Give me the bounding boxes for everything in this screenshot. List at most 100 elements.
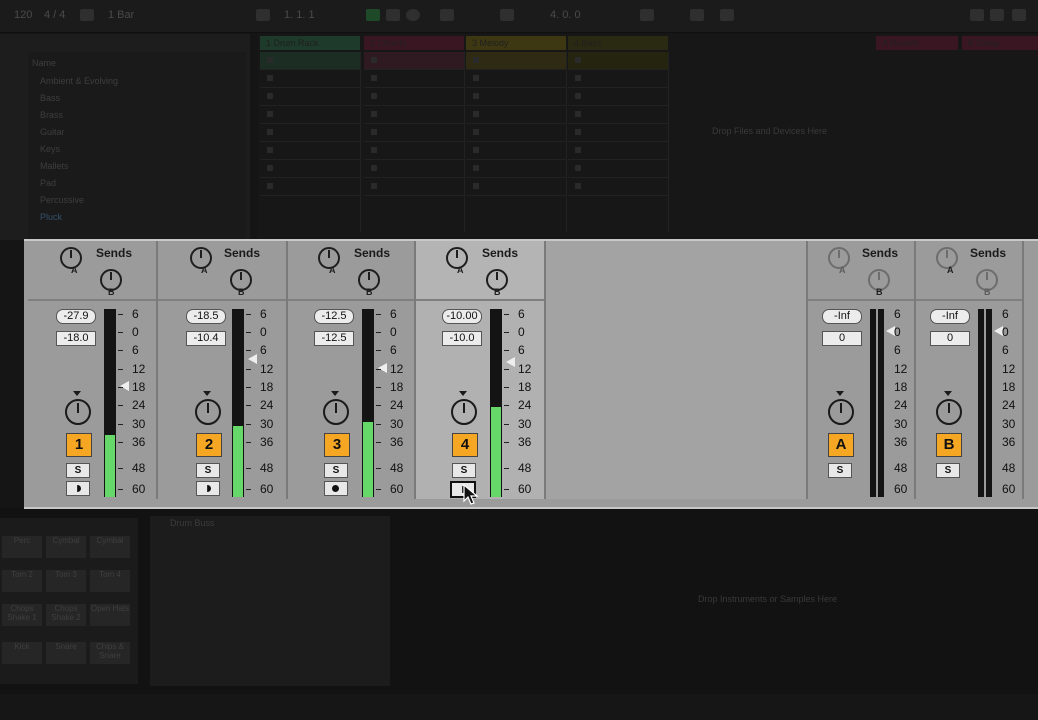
drum-pad[interactable]: Tom 2 bbox=[2, 570, 42, 592]
track-activator-button[interactable]: 3 bbox=[324, 433, 350, 457]
arm-button[interactable] bbox=[196, 481, 220, 496]
track-header[interactable]: 3 Melody bbox=[466, 36, 566, 50]
peak-level-display[interactable]: -18.0 bbox=[56, 331, 96, 346]
clip-slot[interactable] bbox=[466, 124, 566, 142]
return-activator-button[interactable]: A bbox=[828, 433, 854, 457]
solo-button[interactable]: S bbox=[452, 463, 476, 478]
volume-fader[interactable] bbox=[506, 356, 515, 367]
clip-slot[interactable] bbox=[260, 52, 360, 70]
clip-slot[interactable] bbox=[466, 160, 566, 178]
drum-pad[interactable]: Chops Shake 1 bbox=[2, 604, 42, 626]
solo-button[interactable]: S bbox=[936, 463, 960, 478]
pan-knob[interactable] bbox=[936, 399, 962, 425]
drum-pad[interactable]: Cymbal bbox=[46, 536, 86, 558]
clip-slot[interactable] bbox=[364, 178, 464, 196]
track-header[interactable]: 4 Bass bbox=[568, 36, 668, 50]
solo-button[interactable]: S bbox=[828, 463, 852, 478]
volume-field[interactable]: -18.5 bbox=[186, 309, 226, 324]
clip-slot[interactable] bbox=[260, 160, 360, 178]
drum-pad[interactable]: Open Hats bbox=[90, 604, 130, 626]
clip-slot[interactable] bbox=[568, 178, 668, 196]
clip-slot[interactable] bbox=[364, 124, 464, 142]
browser-item[interactable]: Pluck bbox=[40, 212, 62, 222]
peak-level-display[interactable]: -10.4 bbox=[186, 331, 226, 346]
volume-field[interactable]: -Inf bbox=[930, 309, 970, 324]
clip-slot[interactable] bbox=[364, 160, 464, 178]
browser-item[interactable]: Bass bbox=[40, 93, 60, 103]
clip-slot[interactable] bbox=[364, 106, 464, 124]
browser-item[interactable]: Guitar bbox=[40, 127, 65, 137]
clip-slot[interactable] bbox=[568, 142, 668, 160]
arm-button[interactable] bbox=[66, 481, 90, 496]
browser-item[interactable]: Keys bbox=[40, 144, 60, 154]
drum-pad[interactable]: Kick bbox=[2, 642, 42, 664]
volume-fader[interactable] bbox=[248, 353, 257, 364]
clip-slot[interactable] bbox=[260, 88, 360, 106]
browser-item[interactable]: Pad bbox=[40, 178, 56, 188]
clip-slot[interactable] bbox=[466, 88, 566, 106]
drum-pad[interactable]: Snare bbox=[46, 642, 86, 664]
track-activator-button[interactable]: 4 bbox=[452, 433, 478, 457]
return-track-header[interactable]: A Reverb bbox=[876, 36, 958, 50]
clip-slot[interactable] bbox=[568, 160, 668, 178]
clip-slot[interactable] bbox=[260, 124, 360, 142]
peak-level-display[interactable]: -12.5 bbox=[314, 331, 354, 346]
clip-slot[interactable] bbox=[364, 88, 464, 106]
drum-pad[interactable]: Tom 4 bbox=[90, 570, 130, 592]
track-activator-button[interactable]: 2 bbox=[196, 433, 222, 457]
clip-slot[interactable] bbox=[364, 52, 464, 70]
clip-slot[interactable] bbox=[466, 70, 566, 88]
play-icon[interactable] bbox=[366, 9, 380, 21]
track-activator-button[interactable]: 1 bbox=[66, 433, 92, 457]
clip-slot[interactable] bbox=[568, 88, 668, 106]
quantize-display[interactable]: 1 Bar bbox=[108, 9, 134, 21]
pan-knob[interactable] bbox=[65, 399, 91, 425]
clip-slot[interactable] bbox=[466, 52, 566, 70]
clip-slot[interactable] bbox=[466, 142, 566, 160]
clip-slot[interactable] bbox=[568, 124, 668, 142]
browser-item[interactable]: Percussive bbox=[40, 195, 84, 205]
clip-slot[interactable] bbox=[568, 70, 668, 88]
clip-slot[interactable] bbox=[260, 142, 360, 160]
keyboard-icon[interactable] bbox=[990, 9, 1004, 21]
overdub-icon[interactable] bbox=[440, 9, 454, 21]
volume-field[interactable]: -10.00 bbox=[442, 309, 482, 324]
volume-fader[interactable] bbox=[378, 363, 387, 373]
signature-display[interactable]: 4 / 4 bbox=[44, 9, 65, 21]
return-track-header[interactable]: B Delay bbox=[962, 36, 1038, 50]
follow-icon[interactable] bbox=[256, 9, 270, 21]
drum-pad[interactable]: Tom 3 bbox=[46, 570, 86, 592]
record-icon[interactable] bbox=[406, 9, 420, 21]
clip-slot[interactable] bbox=[364, 70, 464, 88]
pan-knob[interactable] bbox=[195, 399, 221, 425]
key-map-icon[interactable] bbox=[690, 9, 704, 21]
clip-slot[interactable] bbox=[568, 106, 668, 124]
peak-level-display[interactable]: -10.0 bbox=[442, 331, 482, 346]
solo-button[interactable]: S bbox=[66, 463, 90, 478]
solo-button[interactable]: S bbox=[324, 463, 348, 478]
position-display[interactable]: 1. 1. 1 bbox=[284, 9, 315, 21]
metronome-icon[interactable] bbox=[80, 9, 94, 21]
drum-pad[interactable]: Chips & Snare bbox=[90, 642, 130, 664]
browser-item[interactable]: Brass bbox=[40, 110, 63, 120]
pan-knob[interactable] bbox=[828, 399, 854, 425]
return-activator-button[interactable]: B bbox=[936, 433, 962, 457]
clip-slot[interactable] bbox=[260, 70, 360, 88]
automation-icon[interactable] bbox=[500, 9, 514, 21]
browser-item[interactable]: Mallets bbox=[40, 161, 69, 171]
clip-slot[interactable] bbox=[568, 52, 668, 70]
draw-mode-icon[interactable] bbox=[640, 9, 654, 21]
browser-item[interactable]: Ambient & Evolving bbox=[40, 76, 118, 86]
volume-field[interactable]: -Inf bbox=[822, 309, 862, 324]
solo-button[interactable]: S bbox=[196, 463, 220, 478]
midi-map-icon[interactable] bbox=[720, 9, 734, 21]
drum-pad[interactable]: Cymbal bbox=[90, 536, 130, 558]
volume-field[interactable]: -27.9 bbox=[56, 309, 96, 324]
tempo-display[interactable]: 120 bbox=[14, 9, 32, 21]
clip-slot[interactable] bbox=[466, 178, 566, 196]
clip-slot[interactable] bbox=[466, 106, 566, 124]
track-header[interactable]: 1 Drum Rack bbox=[260, 36, 360, 50]
volume-field[interactable]: -12.5 bbox=[314, 309, 354, 324]
drum-pad[interactable]: Chops Shake 2 bbox=[46, 604, 86, 626]
stop-icon[interactable] bbox=[386, 9, 400, 21]
